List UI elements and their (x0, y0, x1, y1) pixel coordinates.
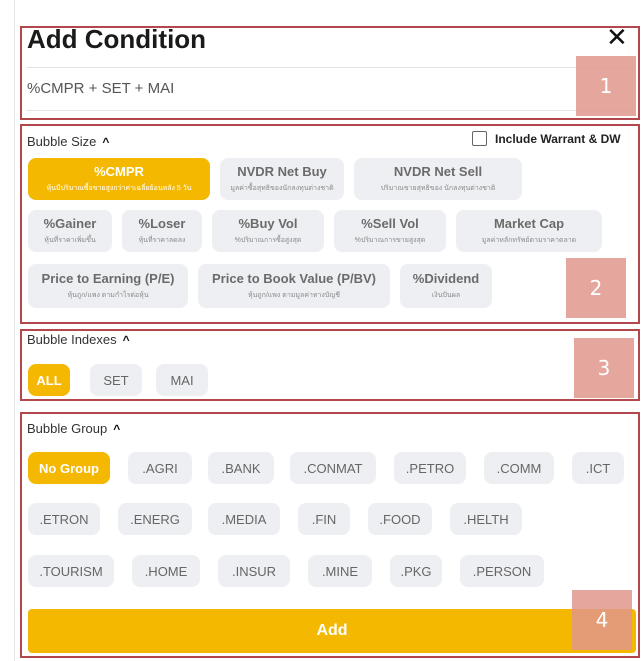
annotation-badge-1: 1 (576, 56, 636, 116)
annotation-box-4 (20, 412, 640, 658)
annotation-badge-2: 2 (566, 258, 626, 318)
annotation-box-1 (20, 26, 640, 120)
annotation-badge-4: 4 (572, 590, 632, 650)
annotation-box-2 (20, 124, 640, 324)
annotation-badge-3: 3 (574, 338, 634, 398)
annotation-box-3 (20, 329, 640, 401)
